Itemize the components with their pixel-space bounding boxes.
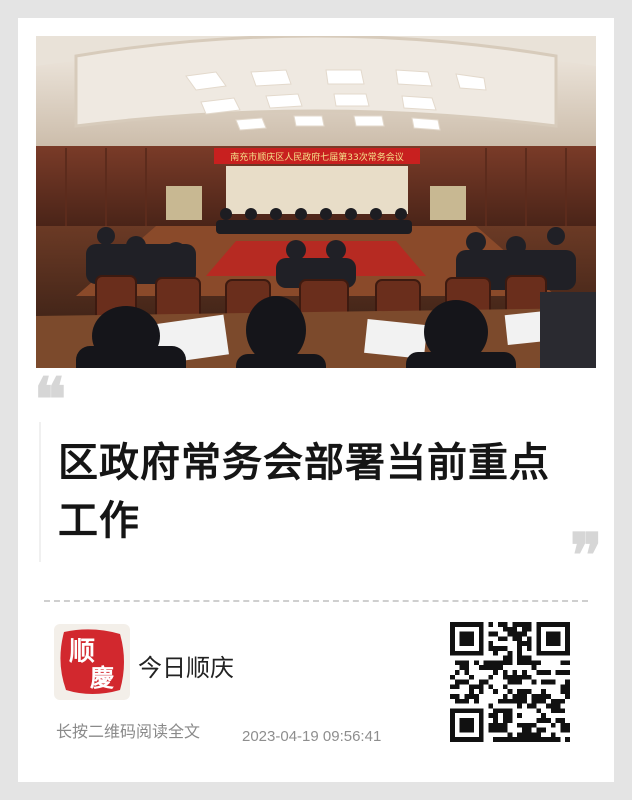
close-quote-icon: ❞ bbox=[570, 521, 603, 591]
article-headline: 区政府常务会部署当前重点工作 bbox=[58, 439, 550, 544]
share-card: 南充市顺庆区人民政府七届第33次常务会议 ❝ 区政府常务会部署当前重点工作 ❞ … bbox=[18, 18, 614, 782]
timestamp: 2023-04-19 09:56:41 bbox=[242, 728, 382, 745]
account-name: 今日顺庆 bbox=[138, 654, 234, 682]
long-press-hint: 长按二维码阅读全文 bbox=[56, 722, 201, 741]
open-quote-icon: ❝ bbox=[34, 365, 67, 435]
qr-code[interactable] bbox=[450, 622, 570, 742]
account-logo: 顺 慶 bbox=[54, 624, 130, 700]
dashed-divider bbox=[44, 600, 588, 602]
quote-accent-bar bbox=[39, 422, 41, 562]
meeting-banner-text: 南充市顺庆区人民政府七届第33次常务会议 bbox=[230, 151, 403, 163]
meeting-photo: 南充市顺庆区人民政府七届第33次常务会议 bbox=[36, 36, 596, 368]
logo-char-bottom: 慶 bbox=[90, 663, 114, 692]
